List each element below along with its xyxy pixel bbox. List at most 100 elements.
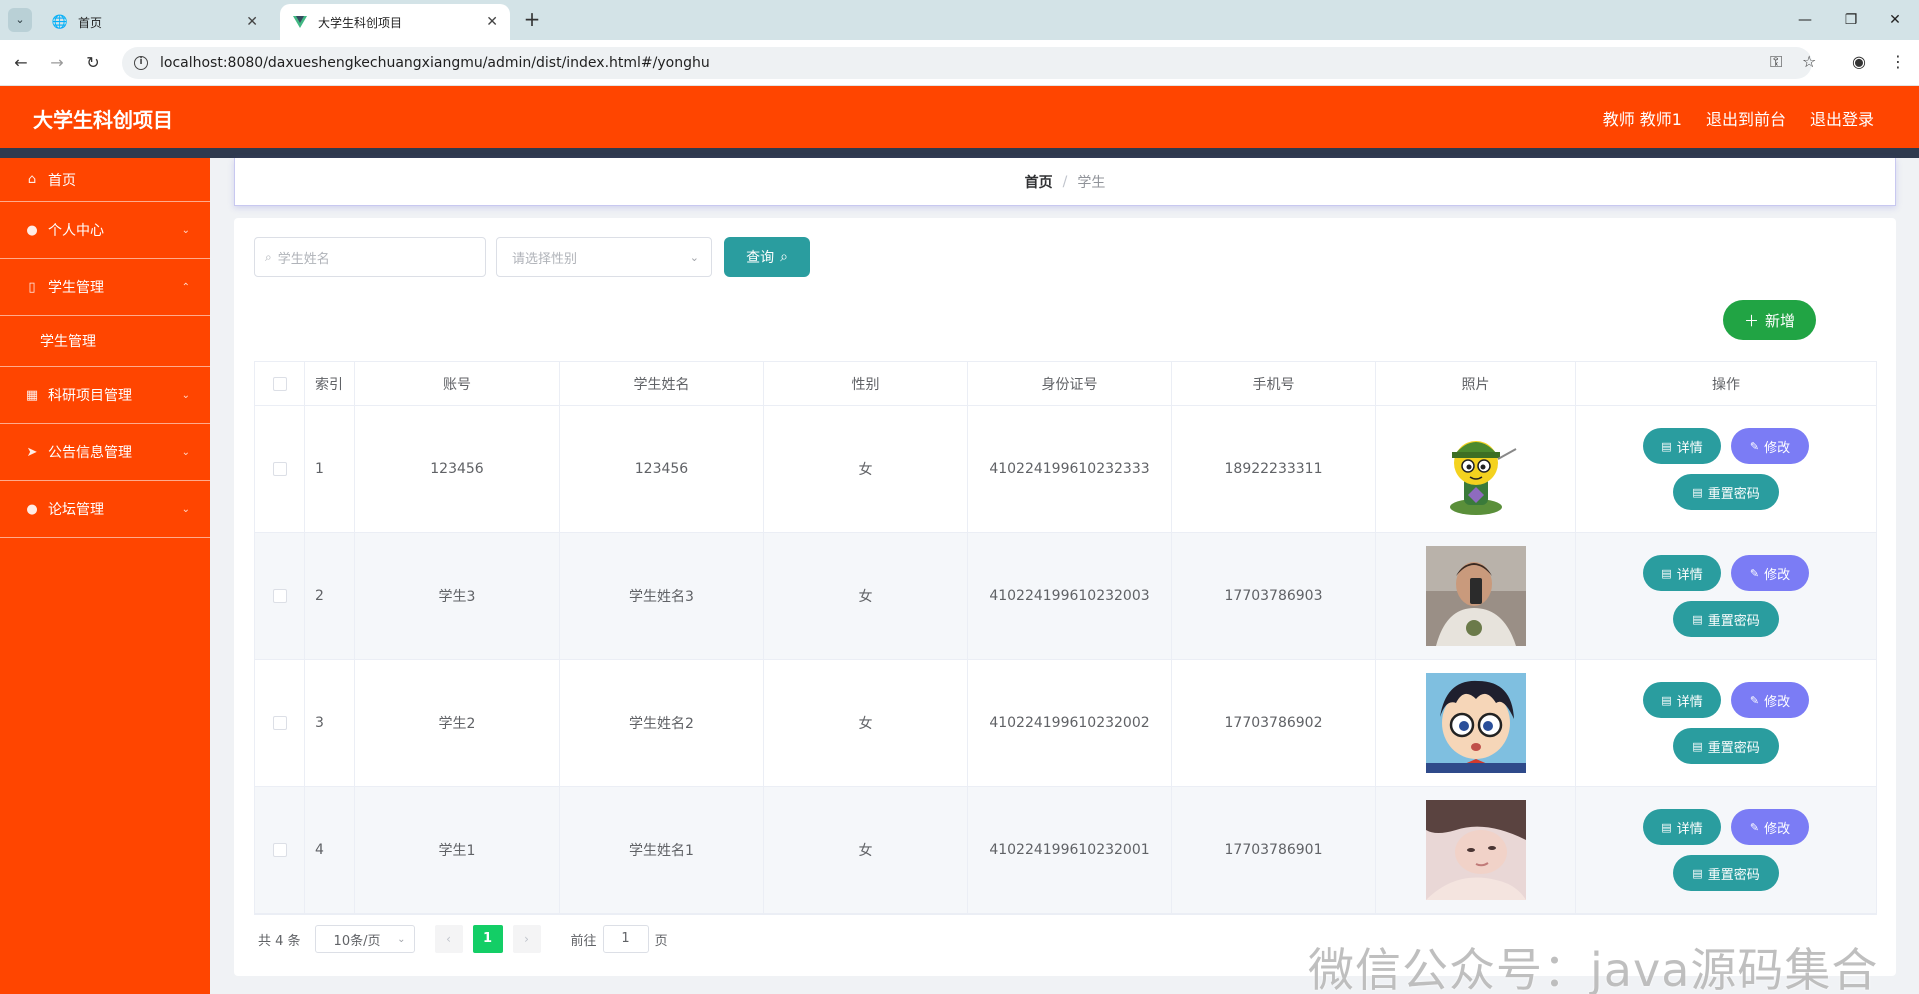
to-frontend-link[interactable]: 退出到前台	[1706, 106, 1786, 130]
edit-button[interactable]: ✎ 修改	[1731, 555, 1809, 591]
add-button[interactable]: ＋ 新增	[1723, 300, 1816, 340]
cell-id-number: 410224199610232333	[968, 406, 1172, 532]
sidebar-item-profile[interactable]: ● 个人中心 ⌄	[0, 202, 210, 259]
key-icon[interactable]: ⚿	[1770, 52, 1782, 72]
next-page-button[interactable]: ›	[512, 925, 541, 953]
detail-button[interactable]: ▤ 详情	[1643, 682, 1721, 718]
gender-placeholder: 请选择性别	[512, 251, 578, 267]
cell-phone: 17703786903	[1172, 533, 1376, 659]
cell-gender: 女	[764, 533, 968, 659]
cell-gender: 女	[764, 406, 968, 532]
new-tab-icon[interactable]: +	[520, 8, 544, 32]
phone-icon: ▯	[28, 279, 36, 295]
header-gender: 性别	[764, 362, 968, 405]
student-photo-cartoon[interactable]	[1425, 419, 1526, 519]
edit-label: 修改	[1764, 821, 1791, 837]
app-header: 大学生科创项目 教师 教师1 退出到前台 退出登录	[0, 86, 1919, 148]
goto-page-input[interactable]: 1	[602, 925, 649, 953]
profile-icon[interactable]: ◉	[1852, 52, 1866, 71]
breadcrumb-home[interactable]: 首页	[1025, 172, 1053, 192]
forward-icon[interactable]: →	[44, 50, 70, 76]
reset-label: 重置密码	[1707, 740, 1760, 756]
edit-button[interactable]: ✎ 修改	[1731, 682, 1809, 718]
cell-name: 学生姓名2	[560, 660, 764, 786]
header-actions: 操作	[1712, 376, 1740, 393]
restore-icon[interactable]: ❐	[1828, 6, 1874, 34]
cell-photo	[1376, 533, 1576, 659]
bookmark-star-icon[interactable]: ☆	[1802, 52, 1816, 71]
row-checkbox[interactable]	[272, 716, 287, 730]
student-name-search-input[interactable]: ⌕ 学生姓名	[254, 237, 486, 277]
page-size-value: 10条/页	[333, 933, 381, 949]
document-icon: ▤	[1692, 485, 1703, 499]
header-links: 教师 教师1 退出到前台 退出登录	[1603, 106, 1874, 130]
sidebar-item-research[interactable]: ▦ 科研项目管理 ⌄	[0, 367, 210, 424]
student-photo-portrait[interactable]	[1425, 800, 1526, 900]
reset-password-button[interactable]: ▤ 重置密码	[1673, 728, 1779, 764]
query-button[interactable]: 查询 ⌕	[724, 237, 810, 277]
sidebar-subitem-students[interactable]: 学生管理	[0, 316, 210, 367]
row-select-cell	[255, 406, 305, 532]
more-menu-icon[interactable]: ⋮	[1890, 52, 1906, 71]
globe-icon: 🌐	[51, 14, 69, 30]
chevron-down-icon: ⌄	[181, 446, 190, 458]
window-close-icon[interactable]: ✕	[1872, 6, 1918, 34]
prev-page-button[interactable]: ‹	[434, 925, 463, 953]
table-row: 4 学生1 学生姓名1 女 410224199610232001 1770378…	[255, 787, 1876, 914]
row-select-cell	[255, 787, 305, 913]
query-label: 查询	[746, 250, 775, 266]
student-photo-conan[interactable]	[1425, 673, 1526, 773]
row-checkbox[interactable]	[272, 462, 287, 476]
students-table: 索引 账号 学生姓名 性别 身份证号 手机号 照片 操作 1 123456 12…	[254, 361, 1877, 915]
tab-title: 首页	[78, 15, 103, 30]
cell-actions: ▤ 详情 ✎ 修改 ▤ 重置密码	[1576, 406, 1876, 532]
cell-actions: ▤ 详情 ✎ 修改 ▤ 重置密码	[1576, 533, 1876, 659]
edit-button[interactable]: ✎ 修改	[1731, 809, 1809, 845]
edit-button[interactable]: ✎ 修改	[1731, 428, 1809, 464]
tab-search-icon[interactable]: ⌄	[8, 8, 32, 32]
grid-icon: ▦	[25, 387, 39, 403]
reset-password-button[interactable]: ▤ 重置密码	[1673, 474, 1779, 510]
reset-password-button[interactable]: ▤ 重置密码	[1673, 855, 1779, 891]
current-page-button[interactable]: 1	[472, 925, 503, 953]
header-account: 账号	[355, 362, 560, 405]
sidebar-item-students[interactable]: ▯ 学生管理 ⌃	[0, 259, 210, 316]
row-checkbox[interactable]	[272, 589, 287, 603]
detail-button[interactable]: ▤ 详情	[1643, 809, 1721, 845]
breadcrumb: 首页 / 学生	[234, 158, 1896, 206]
chevron-down-icon: ⌄	[689, 250, 699, 264]
gender-select[interactable]: 请选择性别 ⌄	[496, 237, 712, 277]
cell-photo	[1376, 406, 1576, 532]
search-icon: ⌕	[780, 249, 788, 265]
cell-actions: ▤ 详情 ✎ 修改 ▤ 重置密码	[1576, 787, 1876, 913]
close-icon[interactable]: ✕	[486, 14, 498, 30]
reload-icon[interactable]: ↻	[80, 50, 106, 76]
select-all-checkbox[interactable]	[272, 376, 287, 391]
page-size-select[interactable]: 10条/页 ⌄	[314, 925, 415, 953]
cell-photo	[1376, 787, 1576, 913]
cell-name: 学生姓名3	[560, 533, 764, 659]
chevron-down-icon: ⌄	[181, 224, 190, 236]
browser-tab-app[interactable]: 大学生科创项目 ✕	[280, 4, 510, 40]
minimize-icon[interactable]: —	[1782, 6, 1828, 34]
pencil-icon: ✎	[1749, 566, 1760, 580]
sidebar-item-label: 首页	[48, 172, 76, 189]
student-photo-selfie[interactable]	[1425, 546, 1526, 646]
cell-phone: 18922233311	[1172, 406, 1376, 532]
reset-password-button[interactable]: ▤ 重置密码	[1673, 601, 1779, 637]
table-row: 3 学生2 学生姓名2 女 410224199610232002 1770378…	[255, 660, 1876, 787]
detail-button[interactable]: ▤ 详情	[1643, 428, 1721, 464]
detail-button[interactable]: ▤ 详情	[1643, 555, 1721, 591]
row-checkbox[interactable]	[272, 843, 287, 857]
user-icon: ●	[26, 501, 38, 517]
site-info-icon[interactable]: i	[134, 56, 148, 70]
sidebar-item-home[interactable]: ⌂ 首页	[0, 158, 210, 202]
url-field[interactable]: i localhost:8080/daxueshengkechuangxiang…	[122, 47, 1812, 79]
back-icon[interactable]: ←	[8, 50, 34, 76]
browser-tab-home[interactable]: 🌐 首页 ✕	[40, 4, 270, 40]
sidebar-item-notices[interactable]: ➤ 公告信息管理 ⌄	[0, 424, 210, 481]
logout-link[interactable]: 退出登录	[1810, 106, 1874, 130]
sidebar-item-forum[interactable]: ● 论坛管理 ⌄	[0, 481, 210, 538]
main-content: ⌕ 学生姓名 请选择性别 ⌄ 查询 ⌕ ＋ 新增 索引 账号 学生姓名 性别 身…	[234, 218, 1896, 976]
close-icon[interactable]: ✕	[246, 14, 258, 30]
